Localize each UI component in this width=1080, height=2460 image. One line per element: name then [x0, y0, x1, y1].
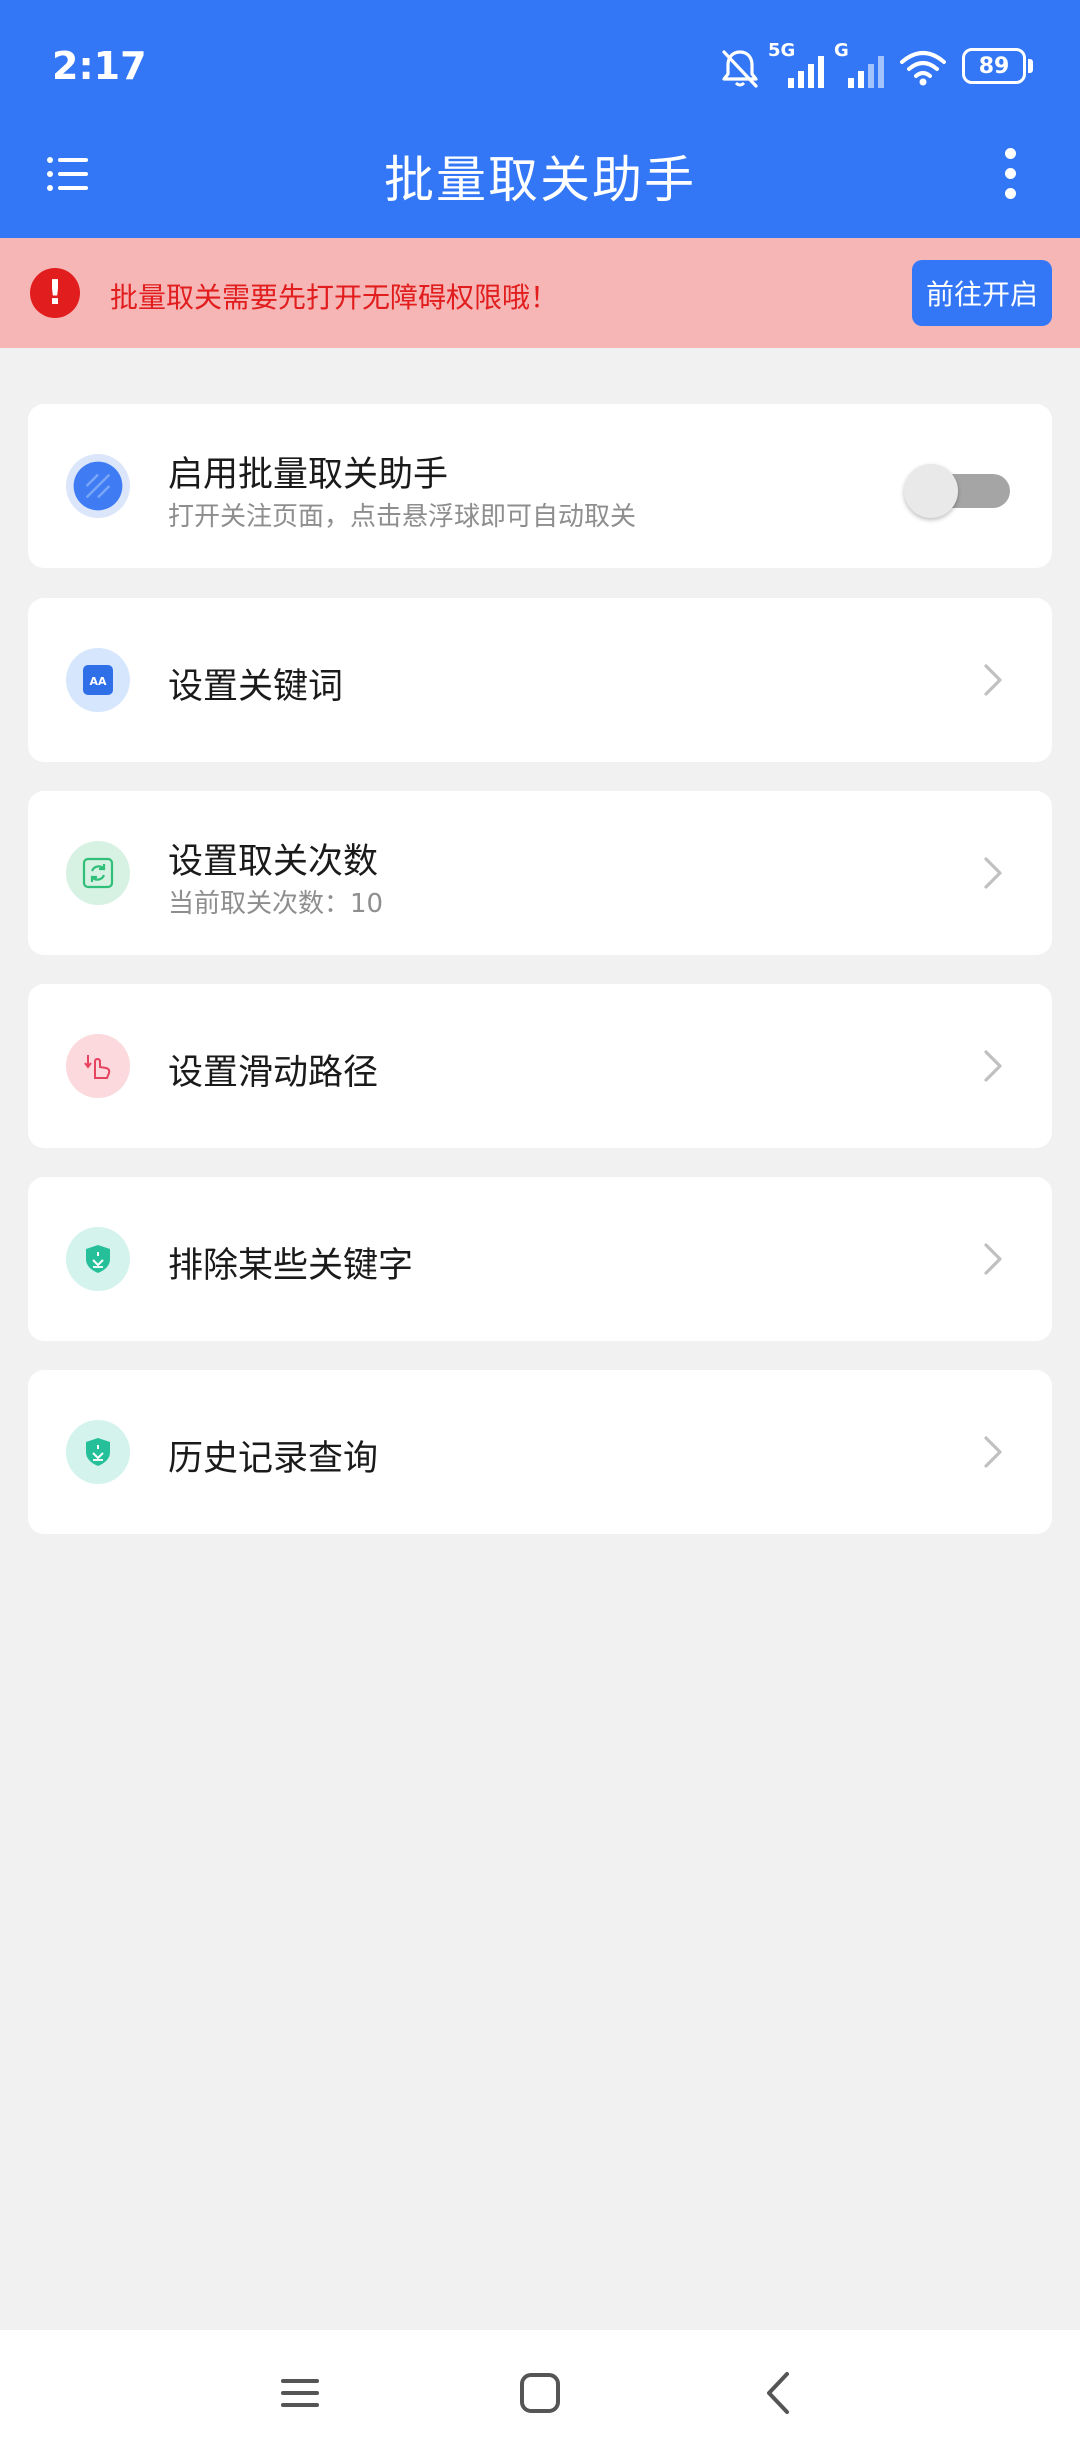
assistant-icon	[66, 454, 130, 518]
status-time: 2:17	[52, 44, 147, 88]
more-dot	[1005, 148, 1016, 159]
chevron-right-icon	[984, 1243, 1002, 1275]
accessibility-warning-banner: ! 批量取关需要先打开无障碍权限哦！ 前往开启	[0, 238, 1080, 348]
refresh-count-icon	[66, 841, 130, 905]
card-title: 排除某些关键字	[168, 1246, 414, 1286]
card-title: 设置关键词	[168, 667, 344, 707]
card-title: 历史记录查询	[168, 1439, 379, 1479]
app-header: 2:17 5G G 89 批量取关助手	[0, 0, 1080, 238]
chevron-right-icon	[984, 857, 1002, 889]
set-keyword-card[interactable]: AA 设置关键词	[28, 598, 1052, 762]
card-subtitle: 当前取关次数：10	[168, 889, 384, 919]
enable-assistant-toggle[interactable]	[904, 462, 1020, 518]
go-enable-button[interactable]: 前往开启	[912, 260, 1052, 326]
battery-cap	[1028, 59, 1033, 73]
signal-icon	[848, 56, 884, 88]
bell-off-icon	[722, 50, 758, 88]
app-bar: 批量取关助手	[0, 130, 1080, 238]
exclamation-icon: !	[30, 268, 80, 318]
shield-history-icon	[66, 1420, 130, 1484]
exclude-keywords-card[interactable]: 排除某些关键字	[28, 1177, 1052, 1341]
chevron-right-icon	[984, 1436, 1002, 1468]
history-query-card[interactable]: 历史记录查询	[28, 1370, 1052, 1534]
card-title: 启用批量取关助手	[168, 455, 449, 495]
battery-level: 89	[978, 53, 1010, 79]
card-title: 设置滑动路径	[168, 1053, 379, 1093]
banner-message: 批量取关需要先打开无障碍权限哦！	[110, 281, 559, 314]
signal-icon	[788, 56, 824, 88]
toggle-knob	[904, 464, 958, 518]
keyword-icon: AA	[66, 648, 130, 712]
card-title: 设置取关次数	[168, 842, 379, 882]
chevron-right-icon	[984, 664, 1002, 696]
nav-home-icon[interactable]	[505, 2358, 575, 2428]
shield-exclude-icon	[66, 1227, 130, 1291]
more-dot	[1005, 168, 1016, 179]
more-vertical-icon[interactable]	[990, 146, 1030, 202]
chevron-right-icon	[984, 1050, 1002, 1082]
swipe-hand-icon	[66, 1034, 130, 1098]
nav-menu-icon[interactable]	[265, 2358, 335, 2428]
set-unfollow-count-card[interactable]: 设置取关次数 当前取关次数：10	[28, 791, 1052, 955]
enable-assistant-card[interactable]: 启用批量取关助手 打开关注页面，点击悬浮球即可自动取关	[28, 404, 1052, 568]
card-subtitle: 打开关注页面，点击悬浮球即可自动取关	[168, 502, 637, 532]
set-swipe-path-card[interactable]: 设置滑动路径	[28, 984, 1052, 1148]
more-dot	[1005, 188, 1016, 199]
svg-text:AA: AA	[89, 675, 107, 688]
wifi-icon	[900, 51, 946, 86]
battery-icon: 89	[962, 48, 1026, 84]
page-title: 批量取关助手	[384, 151, 696, 209]
system-nav-bar	[0, 2330, 1080, 2460]
status-bar: 2:17 5G G 89	[0, 0, 1080, 130]
nav-back-icon[interactable]	[745, 2358, 815, 2428]
